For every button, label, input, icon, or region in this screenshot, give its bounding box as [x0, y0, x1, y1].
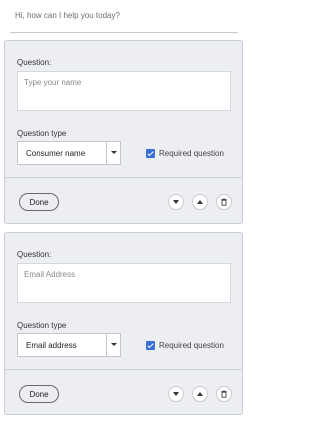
question-type-label: Question type: [17, 129, 67, 138]
required-checkbox[interactable]: [146, 340, 155, 350]
question-type-select[interactable]: Consumer name: [17, 141, 121, 165]
move-down-icon[interactable]: [168, 194, 184, 210]
greeting-input[interactable]: Hi, how can I help you today?: [10, 7, 238, 33]
divider: [5, 177, 242, 178]
done-button[interactable]: Done: [19, 193, 59, 211]
question-placeholder: Email Address: [24, 270, 76, 279]
required-question-toggle[interactable]: Required question: [146, 339, 224, 351]
chevron-down-icon[interactable]: [106, 142, 120, 164]
question-input[interactable]: Email Address: [17, 263, 231, 303]
delete-icon[interactable]: [216, 194, 232, 210]
move-up-icon[interactable]: [192, 194, 208, 210]
question-card-1: Question: Type your name Question type C…: [4, 40, 243, 224]
done-button[interactable]: Done: [19, 385, 59, 403]
required-question-toggle[interactable]: Required question: [146, 147, 224, 159]
question-type-label: Question type: [17, 321, 67, 330]
question-type-select[interactable]: Email address: [17, 333, 121, 357]
greeting-text: Hi, how can I help you today?: [15, 11, 120, 20]
page: Hi, how can I help you today? Question: …: [0, 0, 246, 421]
question-label: Question:: [17, 58, 52, 67]
required-question-label: Required question: [159, 148, 224, 158]
question-input[interactable]: Type your name: [17, 71, 231, 111]
question-placeholder: Type your name: [24, 78, 82, 87]
chevron-down-icon[interactable]: [106, 334, 120, 356]
required-question-label: Required question: [159, 340, 224, 350]
question-type-value: Consumer name: [26, 149, 86, 158]
divider: [5, 369, 242, 370]
delete-icon[interactable]: [216, 386, 232, 402]
question-label: Question:: [17, 250, 52, 259]
required-checkbox[interactable]: [146, 148, 155, 158]
question-type-value: Email address: [26, 341, 77, 350]
question-card-2: Question: Email Address Question type Em…: [4, 232, 243, 415]
move-down-icon[interactable]: [168, 386, 184, 402]
move-up-icon[interactable]: [192, 386, 208, 402]
